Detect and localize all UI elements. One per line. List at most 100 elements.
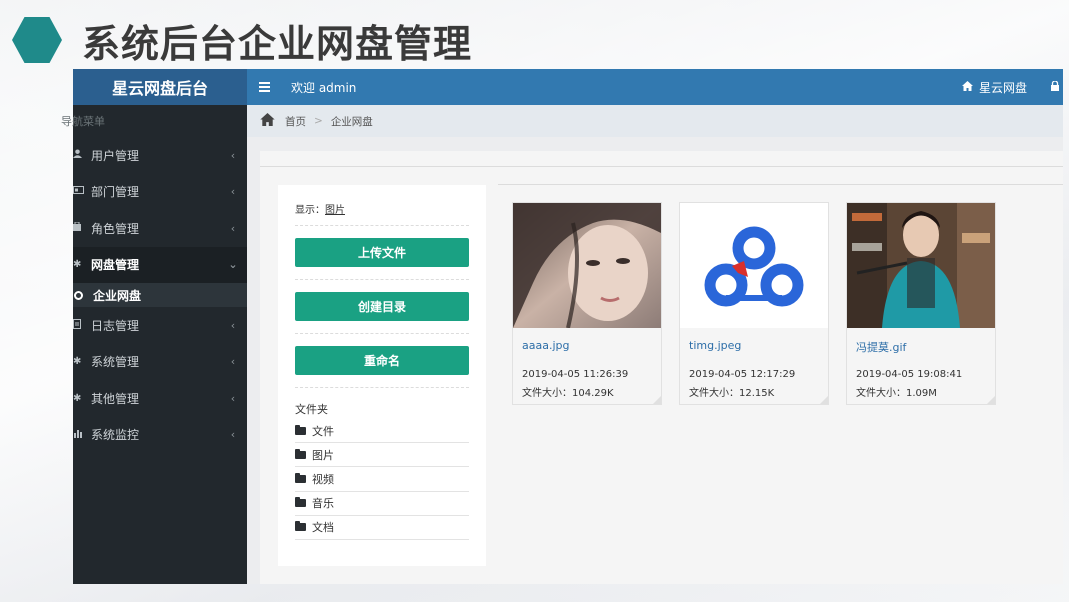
- sidebar-item-label: 其他管理: [91, 391, 140, 406]
- divider: [295, 279, 469, 280]
- chevron-left-icon: ‹: [230, 391, 236, 405]
- file-size: 文件大小：12.15K: [689, 388, 775, 399]
- welcome-text: 欢迎 admin: [291, 80, 357, 95]
- folder-icon: [295, 472, 306, 483]
- divider: [295, 333, 469, 334]
- file-card[interactable]: aaaa.jpg 2019-04-05 11:26:39 文件大小：104.29…: [512, 202, 662, 405]
- divider: [295, 225, 469, 226]
- chevron-left-icon: ‹: [230, 185, 236, 199]
- breadcrumb: 首页 > 企业网盘: [247, 105, 1063, 137]
- lock-icon[interactable]: [1051, 80, 1059, 94]
- chevron-left-icon: ‹: [230, 148, 236, 162]
- action-panel: 显示：图片 上传文件 创建目录 重命名 文件夹 文件 图片 视频 音乐 文档: [278, 185, 486, 566]
- home-link-label: 星云网盘: [978, 80, 1027, 95]
- circle-icon: [74, 290, 83, 300]
- file-date: 2019-04-05 12:17:29: [689, 369, 796, 380]
- sidebar-subitem-label: 企业网盘: [93, 288, 142, 303]
- gear-icon: ✱: [73, 356, 82, 368]
- sidebar-item-users[interactable]: 用户管理 ‹: [73, 137, 247, 174]
- sidebar-item-label: 系统监控: [91, 428, 140, 443]
- file-size: 文件大小：1.09M: [856, 388, 937, 399]
- chevron-down-icon: ⌄: [228, 258, 238, 272]
- sidebar-item-label: 部门管理: [91, 185, 140, 200]
- folder-icon: [295, 497, 306, 508]
- breadcrumb-current: 企业网盘: [330, 115, 373, 128]
- id-card-icon: [73, 186, 91, 197]
- main-content: 显示：图片 上传文件 创建目录 重命名 文件夹 文件 图片 视频 音乐 文档 a…: [260, 151, 1063, 584]
- chevron-left-icon: ‹: [230, 221, 236, 235]
- file-name[interactable]: aaaa.jpg: [522, 339, 569, 352]
- folder-icon: [295, 521, 306, 532]
- bar-chart-icon: [73, 429, 91, 441]
- file-thumbnail: [680, 203, 828, 328]
- sidebar-item-other[interactable]: ✱ 其他管理 ‹: [73, 380, 247, 417]
- folder-label: 视频: [312, 472, 334, 486]
- baidu-cloud-logo: [704, 226, 804, 307]
- sidebar-item-label: 用户管理: [91, 148, 140, 163]
- chevron-left-icon: ‹: [230, 428, 236, 442]
- divider: [260, 166, 1063, 167]
- topbar: 欢迎 admin 星云网盘: [247, 69, 1063, 105]
- nav-header-label: 导航菜单: [61, 115, 105, 128]
- folder-icon: [295, 424, 306, 435]
- sidebar-item-departments[interactable]: 部门管理 ‹: [73, 173, 247, 210]
- file-thumbnail: [513, 203, 661, 328]
- create-directory-button[interactable]: 创建目录: [295, 292, 469, 321]
- slide-header: 系统后台企业网盘管理: [12, 14, 472, 66]
- corner-fold: [820, 396, 828, 404]
- home-link[interactable]: 星云网盘: [961, 79, 1027, 96]
- file-card[interactable]: 冯提莫.gif 2019-04-05 19:08:41 文件大小：1.09M: [846, 202, 996, 405]
- folder-label: 图片: [312, 448, 334, 462]
- folder-icon: [295, 448, 306, 459]
- document-icon: [73, 318, 91, 332]
- role-icon: [73, 221, 91, 234]
- folder-item-images[interactable]: 图片: [295, 443, 469, 468]
- file-date: 2019-04-05 19:08:41: [856, 369, 963, 380]
- file-size: 文件大小：104.29K: [522, 388, 614, 399]
- menu-toggle-icon[interactable]: [259, 82, 275, 92]
- sidebar-subitem-enterprise-disk[interactable]: 企业网盘: [73, 283, 247, 307]
- corner-fold: [987, 396, 995, 404]
- chevron-left-icon: ‹: [230, 318, 236, 332]
- file-date: 2019-04-05 11:26:39: [522, 369, 629, 380]
- gear-icon: ✱: [73, 259, 82, 271]
- folder-item-music[interactable]: 音乐: [295, 492, 469, 516]
- file-name[interactable]: 冯提莫.gif: [856, 339, 906, 355]
- brand-title: 星云网盘后台: [73, 69, 247, 105]
- sidebar-item-netdisk[interactable]: ✱ 网盘管理 ⌄: [73, 246, 247, 283]
- sidebar-item-system[interactable]: ✱ 系统管理 ‹: [73, 343, 247, 380]
- home-icon: [961, 80, 973, 94]
- sidebar-item-label: 角色管理: [91, 221, 140, 236]
- sidebar-item-label: 网盘管理: [91, 258, 140, 273]
- file-card[interactable]: timg.jpeg 2019-04-05 12:17:29 文件大小：12.15…: [679, 202, 829, 405]
- corner-fold: [653, 396, 661, 404]
- home-icon[interactable]: [260, 112, 275, 130]
- rename-button[interactable]: 重命名: [295, 346, 469, 375]
- folder-label: 文档: [312, 521, 334, 535]
- upload-file-button[interactable]: 上传文件: [295, 238, 469, 267]
- display-filter-value[interactable]: 图片: [325, 205, 345, 216]
- slide-title: 系统后台企业网盘管理: [82, 21, 473, 66]
- sidebar-item-monitor[interactable]: 系统监控 ‹: [73, 416, 247, 453]
- divider: [295, 387, 469, 388]
- folder-label: 音乐: [312, 497, 334, 511]
- folder-section-title: 文件夹: [295, 403, 328, 416]
- breadcrumb-separator: >: [314, 115, 323, 127]
- chevron-left-icon: ‹: [230, 355, 236, 369]
- sidebar-item-logs[interactable]: 日志管理 ‹: [73, 307, 247, 344]
- folder-item-videos[interactable]: 视频: [295, 467, 469, 492]
- folder-item-documents[interactable]: 文档: [295, 516, 469, 540]
- folder-item-files[interactable]: 文件: [295, 419, 469, 444]
- sidebar-item-label: 日志管理: [91, 318, 140, 333]
- folder-label: 文件: [312, 424, 334, 438]
- file-name[interactable]: timg.jpeg: [689, 339, 741, 352]
- file-thumbnail: [847, 203, 995, 328]
- hexagon-icon: [12, 17, 62, 63]
- sidebar-item-roles[interactable]: 角色管理 ‹: [73, 210, 247, 247]
- folder-list: 文件 图片 视频 音乐 文档: [295, 419, 469, 540]
- admin-app-window: 星云网盘后台 导航菜单 用户管理 ‹ 部门管理 ‹ 角色管理 ‹ ✱ 网盘管理: [61, 69, 1063, 584]
- user-icon: [73, 149, 91, 161]
- breadcrumb-home[interactable]: 首页: [285, 114, 306, 129]
- sidebar: 星云网盘后台 导航菜单 用户管理 ‹ 部门管理 ‹ 角色管理 ‹ ✱ 网盘管理: [61, 69, 247, 584]
- display-filter: 显示：图片: [295, 201, 345, 216]
